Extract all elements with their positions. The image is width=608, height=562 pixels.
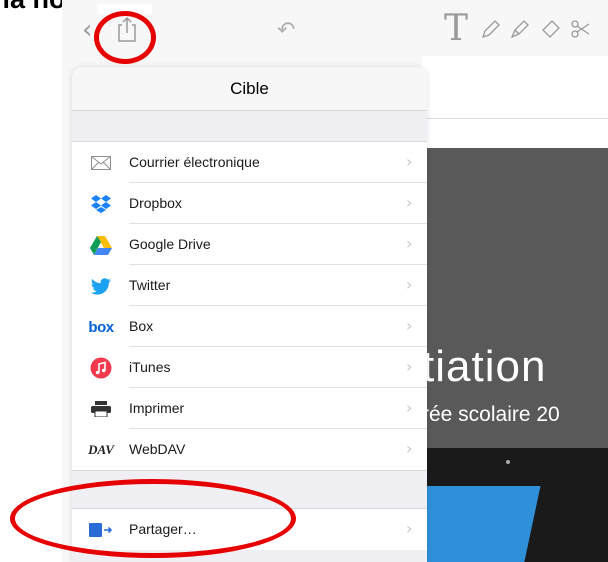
list-item-label: Box [129, 318, 154, 334]
target-list: Courrier électronique › Dropbox › Google… [72, 141, 427, 471]
twitter-icon [89, 275, 113, 297]
chevron-right-icon: › [406, 152, 413, 171]
box-icon: box [88, 318, 114, 336]
list-item-mail[interactable]: Courrier électronique › [72, 142, 427, 183]
list-item-twitter[interactable]: Twitter › [72, 265, 427, 306]
chevron-right-icon: › [406, 357, 413, 376]
document-canvas[interactable]: tiation rée scolaire 20 [403, 56, 608, 562]
notes-app: ‹ ↶ T tiation rée scolaire 20 Cible Cour… [62, 0, 608, 562]
chevron-right-icon: › [406, 316, 413, 335]
chevron-right-icon: › [406, 234, 413, 253]
itunes-icon [89, 357, 113, 379]
highlighter-icon[interactable] [509, 18, 531, 45]
camera-dot [506, 460, 510, 464]
chevron-right-icon: › [406, 398, 413, 417]
list-item-label: Courrier électronique [129, 154, 260, 170]
mail-icon [89, 152, 113, 174]
list-item-label: Dropbox [129, 195, 182, 211]
list-item-label: iTunes [129, 359, 171, 375]
slide-subtitle: rée scolaire 20 [422, 403, 560, 426]
slide-photo [403, 448, 608, 562]
list-item-print[interactable]: Imprimer › [72, 388, 427, 429]
dropbox-icon [89, 193, 113, 215]
chevron-right-icon: › [406, 519, 413, 538]
text-tool-icon[interactable]: T [444, 8, 468, 49]
list-item-label: WebDAV [129, 441, 186, 457]
pen-icon[interactable] [480, 18, 502, 45]
popover-header: Cible [72, 67, 427, 111]
list-item-itunes[interactable]: iTunes › [72, 347, 427, 388]
chevron-right-icon: › [406, 193, 413, 212]
chevron-right-icon: › [406, 439, 413, 458]
popover-title: Cible [230, 79, 269, 98]
partager-highlight-ellipse [10, 479, 296, 558]
webdav-icon: DAV [88, 442, 114, 457]
chevron-right-icon: › [406, 275, 413, 294]
lasso-icon[interactable] [569, 18, 591, 45]
list-item-label: Imprimer [129, 400, 185, 416]
list-item-label: Twitter [129, 277, 171, 293]
list-item-dropbox[interactable]: Dropbox › [72, 183, 427, 224]
slide-title: tiation [422, 342, 547, 391]
google-drive-icon [89, 234, 113, 256]
list-item-webdav[interactable]: DAV WebDAV › [72, 429, 427, 470]
list-item-box[interactable]: box Box › [72, 306, 427, 347]
share-highlight-circle [94, 11, 156, 64]
list-item-google-drive[interactable]: Google Drive › [72, 224, 427, 265]
printer-icon [89, 398, 113, 420]
undo-icon[interactable]: ↶ [277, 18, 295, 43]
eraser-icon[interactable] [540, 18, 562, 45]
list-item-label: Google Drive [129, 236, 211, 252]
chevron-left-icon[interactable]: ‹ [82, 15, 92, 45]
divider [422, 118, 608, 119]
